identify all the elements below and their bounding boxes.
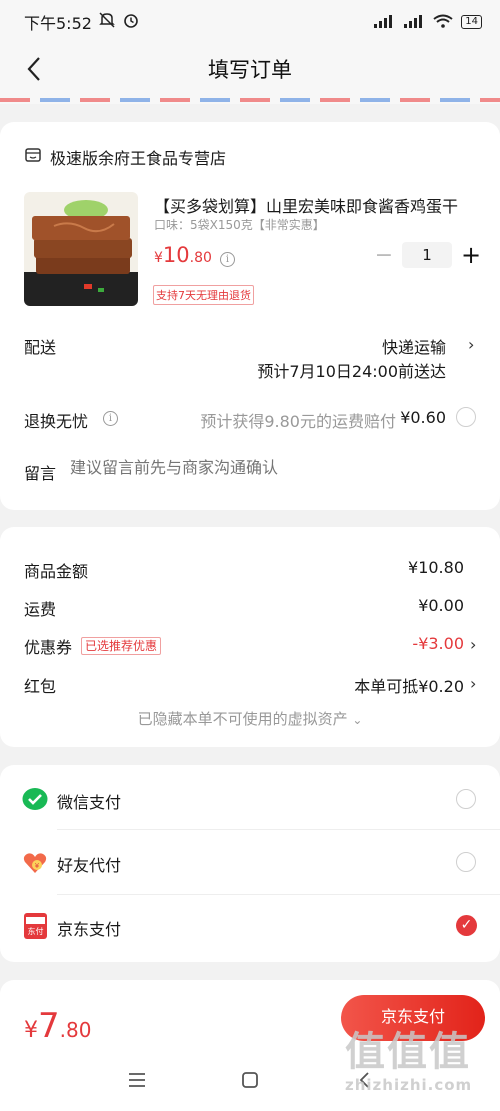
total-symbol: ¥ [24,1018,38,1043]
page-title: 填写订单 [208,58,292,82]
signal-icon [373,13,395,32]
chevron-down-icon: ⌄ [352,713,363,727]
product-image[interactable] [24,192,138,306]
wechat-pay-icon [22,786,48,812]
wechat-pay-radio[interactable] [456,789,476,809]
redpacket-chevron-icon[interactable]: › [470,674,476,693]
total-decimal: .80 [59,1018,92,1042]
shipping-label: 运费 [24,600,57,619]
home-icon[interactable] [240,1070,260,1094]
memo-input[interactable] [70,458,450,477]
returns-info-icon[interactable]: i [103,411,118,426]
order-card [0,122,500,510]
coupon-value[interactable]: -¥3.00 [412,634,464,653]
goods-amount-value: ¥10.80 [408,558,464,577]
coupon-badge: 已选推荐优惠 [81,637,162,655]
signal-hd-icon [403,13,425,32]
back-button[interactable] [20,54,50,84]
airmail-divider [0,94,500,104]
returns-note: 预计获得9.80元的运费赔付 [200,412,396,431]
battery-icon: 14 [461,15,482,29]
returns-label: 退换无忧 [24,412,89,431]
shop-name: 极速版余府王食品专营店 [50,149,227,168]
hidden-assets-toggle[interactable]: 已隐藏本单不可使用的虚拟资产 ⌄ [0,708,500,729]
coupon-chevron-icon[interactable]: › [470,635,476,654]
payment-option-label[interactable]: 好友代付 [57,852,121,876]
wifi-icon [433,13,453,32]
quantity-input[interactable]: 1 [402,242,452,268]
price-info-icon[interactable]: i [219,252,235,267]
payment-option-label[interactable]: 微信支付 [57,789,121,813]
back-arrow-icon [27,57,40,81]
redpacket-value[interactable]: 本单可抵¥0.20 [354,673,464,697]
friend-pay-icon: ¥ [22,850,48,876]
product-title[interactable]: 【买多袋划算】山里宏美味即食酱香鸡蛋干 [154,193,474,217]
jd-pay-radio-checked[interactable]: ✓ [456,915,477,936]
returns-price: ¥0.60 [400,408,446,427]
jd-pay-icon: 东付 [24,913,47,939]
menu-icon[interactable] [127,1070,147,1094]
shipping-value: ¥0.00 [418,596,464,615]
hidden-assets-text: 已隐藏本单不可使用的虚拟资产 [137,710,348,728]
payment-option-label[interactable]: 京东支付 [57,916,121,940]
goods-amount-label: 商品金额 [24,562,89,581]
product-price: ¥ 10 .80 i [154,243,235,267]
quantity-stepper: − 1 + [372,241,484,269]
chevron-right-icon[interactable]: › [468,335,474,354]
product-spec: 口味：5袋X150克【非常实惠】 [154,218,325,232]
memo-label: 留言 [24,464,57,483]
shop-header[interactable]: 极速版余府王食品专营店 [24,145,226,169]
returns-radio[interactable] [456,407,476,427]
price-symbol: ¥ [154,250,163,266]
decrease-quantity-button[interactable]: − [372,243,396,268]
mute-icon [98,11,116,33]
friend-pay-radio[interactable] [456,852,476,872]
alarm-icon [122,11,140,33]
increase-quantity-button[interactable]: + [458,241,484,269]
total-integer: 7 [38,1006,60,1046]
status-bar: 下午5:52 14 [0,0,500,44]
shop-icon [24,146,42,168]
return-policy-badge: 支持7天无理由退货 [153,285,254,305]
delivery-label: 配送 [24,338,57,357]
price-integer: 10 [162,243,190,267]
nav-bar: 填写订单 [0,44,500,94]
divider [57,829,500,830]
order-total: ¥ 7 .80 [24,1006,91,1046]
coupon-label: 优惠券 [24,638,73,657]
delivery-method[interactable]: 快递运输 [382,334,446,358]
price-decimal: .80 [189,250,212,266]
svg-text:¥: ¥ [35,862,40,870]
delivery-eta: 预计7月10日24:00前送达 [257,362,446,381]
divider [57,894,500,895]
watermark-logo: 值值值 zhizhizhi.com [345,1029,473,1094]
redpacket-label: 红包 [24,677,57,696]
status-time: 下午5:52 [24,14,92,33]
